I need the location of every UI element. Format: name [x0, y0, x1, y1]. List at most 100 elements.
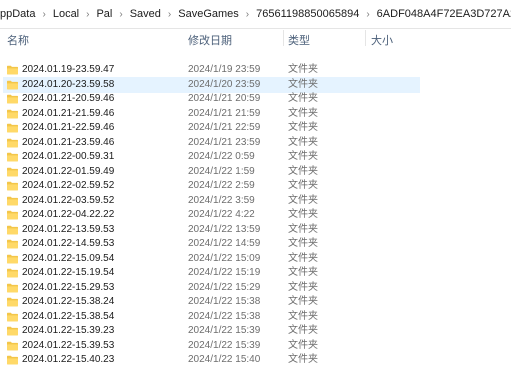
file-name: 2024.01.22-00.59.31 [22, 151, 115, 162]
file-name: 2024.01.19-23.59.47 [22, 64, 115, 75]
list-item[interactable]: 2024.01.22-15.40.23 2024/1/22 15:40 文件夹 [0, 353, 511, 368]
folder-icon [7, 80, 18, 90]
chevron-right-icon[interactable]: › [165, 9, 174, 20]
list-item[interactable]: 2024.01.22-15.19.54 2024/1/22 15:19 文件夹 [0, 266, 511, 281]
folder-icon [7, 254, 18, 264]
breadcrumb-item[interactable]: Saved [126, 8, 165, 20]
list-item[interactable]: 2024.01.22-15.39.23 2024/1/22 15:39 文件夹 [0, 324, 511, 339]
list-item[interactable]: 2024.01.22-01.59.49 2024/1/22 1:59 文件夹 [0, 165, 511, 180]
breadcrumb-item[interactable]: ppData [0, 8, 39, 20]
breadcrumb-item[interactable]: Pal [92, 8, 116, 20]
file-type: 文件夹 [288, 354, 318, 365]
breadcrumb-item[interactable]: Local [49, 8, 83, 20]
list-item[interactable]: 2024.01.21-20.59.46 2024/1/21 20:59 文件夹 [0, 92, 511, 107]
list-item[interactable]: 2024.01.22-13.59.53 2024/1/22 13:59 文件夹 [0, 223, 511, 238]
folder-icon [7, 94, 18, 104]
column-name-header[interactable]: 名称 [7, 32, 29, 48]
list-item[interactable]: 2024.01.19-23.59.47 2024/1/19 23:59 文件夹 [0, 63, 511, 78]
file-type: 文件夹 [288, 180, 318, 191]
breadcrumb-item[interactable]: 6ADF048A4F72EA3D727A21B96713BB6C [373, 8, 511, 20]
file-type: 文件夹 [288, 209, 318, 220]
modified-date: 2024/1/22 15:39 [188, 339, 261, 351]
file-name: 2024.01.22-15.29.53 [22, 281, 115, 293]
folder-icon [7, 181, 18, 191]
modified-date: 2024/1/22 13:59 [188, 223, 261, 235]
list-item[interactable]: 2024.01.22-14.59.53 2024/1/22 14:59 文件夹 [0, 237, 511, 252]
modified-date: 2024/1/21 23:59 [188, 136, 261, 148]
folder-icon [7, 326, 18, 336]
column-divider[interactable] [283, 30, 284, 46]
file-type: 文件夹 [288, 296, 318, 307]
file-list: 2024.01.19-23.59.47 2024/1/19 23:59 文件夹 202… [0, 63, 511, 368]
file-type: 文件夹 [288, 267, 318, 278]
modified-date: 2024/1/21 21:59 [188, 107, 261, 119]
chevron-right-icon[interactable]: › [116, 9, 125, 20]
folder-icon [7, 297, 18, 307]
breadcrumb[interactable]: ppData › Local › Pal › Saved › SaveGames › 7656119… [0, 0, 511, 29]
folder-icon [7, 355, 18, 365]
file-name: 2024.01.22-02.59.52 [22, 180, 115, 191]
list-item[interactable]: 2024.01.22-15.09.54 2024/1/22 15:09 文件夹 [0, 252, 511, 267]
chevron-right-icon[interactable]: › [243, 9, 252, 20]
folder-icon [7, 65, 18, 75]
breadcrumb-item[interactable]: SaveGames [174, 8, 243, 20]
folder-icon [7, 225, 18, 235]
file-type: 文件夹 [288, 238, 318, 249]
column-size-header[interactable]: 大小 [371, 32, 393, 48]
list-item[interactable]: 2024.01.22-15.38.24 2024/1/22 15:38 文件夹 [0, 295, 511, 310]
file-type: 文件夹 [288, 165, 318, 177]
list-item[interactable]: 2024.01.22-03.59.52 2024/1/22 3:59 文件夹 [0, 194, 511, 209]
file-type: 文件夹 [288, 252, 318, 264]
modified-date: 2024/1/22 15:29 [188, 281, 261, 293]
list-item[interactable]: 2024.01.22-15.29.53 2024/1/22 15:29 文件夹 [0, 281, 511, 296]
folder-icon [7, 239, 18, 249]
modified-date: 2024/1/22 3:59 [188, 194, 255, 206]
folder-icon [7, 312, 18, 322]
modified-date: 2024/1/22 0:59 [188, 151, 255, 162]
list-item[interactable]: 2024.01.22-00.59.31 2024/1/22 0:59 文件夹 [0, 150, 511, 165]
list-item[interactable]: 2024.01.22-04.22.22 2024/1/22 4:22 文件夹 [0, 208, 511, 223]
list-item[interactable]: 2024.01.22-15.38.54 2024/1/22 15:38 文件夹 [0, 310, 511, 325]
file-type: 文件夹 [288, 122, 318, 133]
chevron-right-icon[interactable]: › [39, 9, 48, 20]
modified-date: 2024/1/22 15:09 [188, 252, 261, 264]
modified-date: 2024/1/22 4:22 [188, 209, 255, 220]
breadcrumb-item[interactable]: 76561198850065894 [252, 8, 363, 20]
modified-date: 2024/1/22 2:59 [188, 180, 255, 191]
list-item[interactable]: 2024.01.21-21.59.46 2024/1/21 21:59 文件夹 [0, 107, 511, 122]
folder-icon [7, 167, 18, 177]
file-type: 文件夹 [288, 78, 318, 90]
file-name: 2024.01.22-01.59.49 [22, 165, 115, 177]
list-item[interactable]: 2024.01.21-22.59.46 2024/1/21 22:59 文件夹 [0, 121, 511, 136]
file-name: 2024.01.22-14.59.53 [22, 238, 115, 249]
list-item[interactable]: 2024.01.20-23.59.58 2024/1/20 23:59 文件夹 [0, 76, 511, 93]
file-name: 2024.01.21-23.59.46 [22, 136, 115, 148]
file-name: 2024.01.22-15.19.54 [22, 267, 115, 278]
list-item[interactable]: 2024.01.21-23.59.46 2024/1/21 23:59 文件夹 [0, 136, 511, 151]
modified-date: 2024/1/21 22:59 [188, 122, 261, 133]
folder-icon [7, 341, 18, 351]
modified-date: 2024/1/19 23:59 [188, 64, 261, 75]
column-type-header[interactable]: 类型 [288, 32, 310, 48]
modified-date: 2024/1/22 15:38 [188, 296, 261, 307]
column-divider[interactable] [365, 30, 366, 46]
file-name: 2024.01.21-22.59.46 [22, 122, 115, 133]
file-type: 文件夹 [288, 281, 318, 293]
file-name: 2024.01.22-15.40.23 [22, 354, 115, 365]
modified-date: 2024/1/21 20:59 [188, 93, 261, 104]
file-name: 2024.01.22-15.39.53 [22, 339, 115, 351]
list-item[interactable]: 2024.01.22-02.59.52 2024/1/22 2:59 文件夹 [0, 179, 511, 194]
folder-icon [7, 210, 18, 220]
file-name: 2024.01.22-15.38.54 [22, 310, 115, 322]
modified-date: 2024/1/22 1:59 [188, 165, 255, 177]
chevron-right-icon[interactable]: › [363, 9, 372, 20]
file-type: 文件夹 [288, 93, 318, 104]
chevron-right-icon[interactable]: › [83, 9, 92, 20]
file-type: 文件夹 [288, 339, 318, 351]
file-name: 2024.01.22-15.39.23 [22, 325, 115, 336]
file-type: 文件夹 [288, 223, 318, 235]
column-header: 名称 修改日期 类型 大小 [0, 28, 511, 48]
column-date-header[interactable]: 修改日期 [188, 32, 232, 48]
list-item[interactable]: 2024.01.22-15.39.53 2024/1/22 15:39 文件夹 [0, 339, 511, 354]
file-name: 2024.01.21-20.59.46 [22, 93, 115, 104]
